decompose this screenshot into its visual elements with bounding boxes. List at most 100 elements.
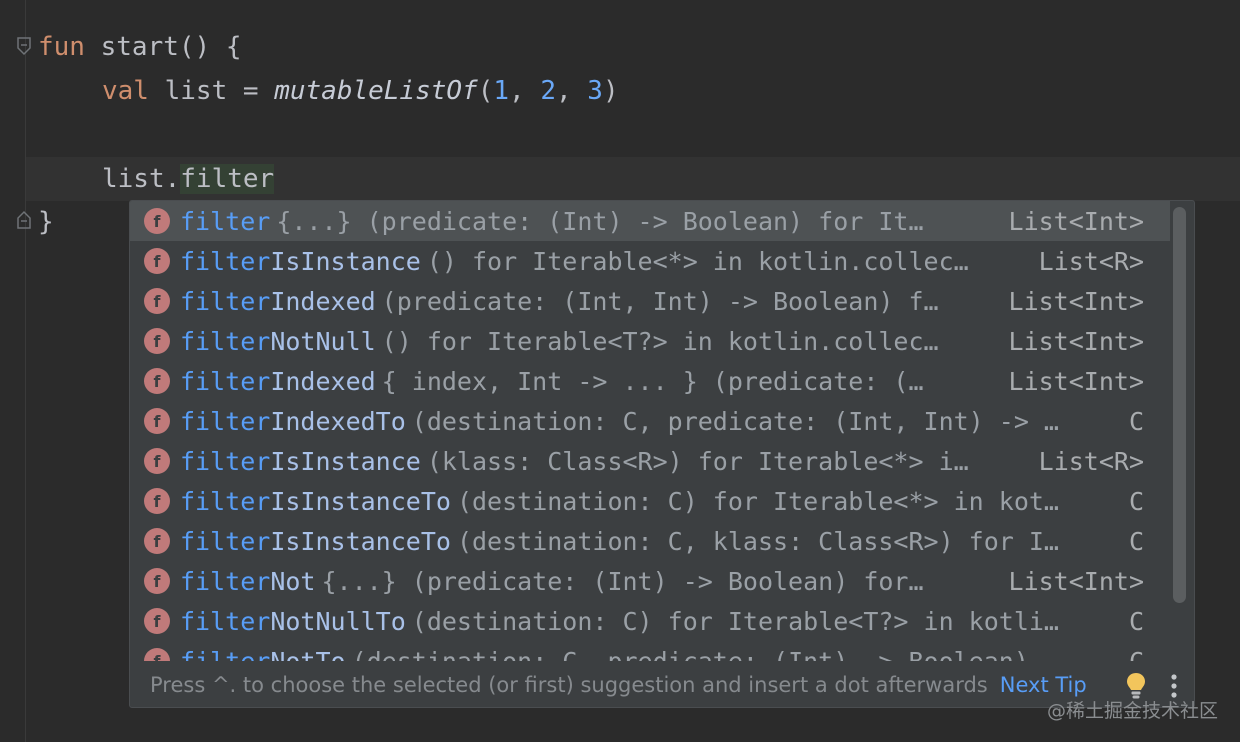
fold-close-icon[interactable] — [16, 210, 32, 230]
function-kind-icon: f — [144, 488, 170, 514]
completion-item[interactable]: f filter Not {...} (predicate: (Int) -> Boo… — [130, 561, 1170, 601]
item-name-rest: NotNullTo — [270, 606, 406, 636]
item-return-type: C — [1128, 526, 1144, 556]
item-signature: (destination: C, predicate: (Int) -> Boo… — [351, 646, 1044, 662]
code-text: list. — [102, 164, 181, 194]
item-name-match: filter — [180, 206, 271, 236]
completion-item[interactable]: f filter Indexed (predicate: (Int, Int) -> … — [130, 281, 1170, 321]
completion-scrollbar[interactable] — [1173, 207, 1186, 603]
code-line-4[interactable]: list.filter — [102, 157, 275, 201]
item-name-match: filter — [180, 366, 271, 396]
typed-text: filter — [180, 164, 275, 194]
completion-item[interactable]: f filter IndexedTo (destination: C, predica… — [130, 401, 1170, 441]
code-text: , — [509, 76, 541, 106]
completion-item[interactable]: f filter IsInstanceTo (destination: C) for … — [130, 481, 1170, 521]
item-signature: (destination: C) for Iterable<*> in kot… — [456, 486, 1059, 516]
item-signature: {...} (predicate: (Int) -> Boolean) for… — [321, 566, 924, 596]
number-literal: 3 — [587, 76, 603, 106]
completion-item[interactable]: f filter IsInstance() for Iterable<*> in k… — [130, 241, 1170, 281]
item-return-type: List<Int> — [1008, 286, 1144, 316]
item-name-match: filter — [180, 526, 271, 556]
completion-item[interactable]: f filter IsInstance (klass: Class<R>) for I… — [130, 441, 1170, 481]
closing-brace: } — [38, 207, 54, 237]
function-kind-icon: f — [144, 648, 170, 661]
completion-item[interactable]: f filter NotNullTo (destination: C) for Ite… — [130, 601, 1170, 641]
function-kind-icon: f — [144, 408, 170, 434]
item-name-rest: IndexedTo — [270, 406, 406, 436]
gutter-divider — [25, 0, 26, 742]
function-kind-icon: f — [144, 288, 170, 314]
item-name-rest: Not — [270, 566, 316, 596]
code-text: ( — [477, 76, 494, 106]
item-name-match: filter — [180, 446, 271, 476]
function-kind-icon: f — [144, 328, 170, 354]
item-return-type: C — [1128, 606, 1144, 636]
item-name-match: filter — [180, 246, 271, 276]
function-kind-icon: f — [144, 208, 170, 234]
keyword-fun: fun — [38, 32, 85, 62]
code-line-2: val list = mutableListOf(1, 2, 3) — [102, 69, 619, 113]
item-name-rest: NotNull — [270, 326, 376, 356]
code-line-5: } — [38, 200, 54, 244]
code-text: ) — [602, 76, 619, 106]
completion-item[interactable]: f filter NotNull() for Iterable<T?> in kot… — [130, 321, 1170, 361]
item-name-match: filter — [180, 286, 271, 316]
item-signature: () for Iterable<T?> in kotlin.collec… — [381, 326, 939, 356]
completion-item[interactable]: f filter {...} (predicate: (Int) -> Boolea… — [130, 201, 1170, 241]
footer-hint: Press ^. to choose the selected (or firs… — [150, 673, 988, 697]
function-kind-icon: f — [144, 528, 170, 554]
item-return-type: C — [1128, 646, 1144, 662]
completion-footer: Press ^. to choose the selected (or firs… — [130, 663, 1194, 707]
completion-item[interactable]: f filter NotTo (destination: C, predicate: … — [130, 641, 1170, 661]
item-name-match: filter — [180, 486, 271, 516]
fold-open-icon[interactable] — [16, 36, 32, 56]
item-signature: {...} (predicate: (Int) -> Boolean) for … — [276, 206, 924, 236]
item-name-rest: IsInstance — [270, 446, 421, 476]
completion-item[interactable]: f filter IsInstanceTo (destination: C, klas… — [130, 521, 1170, 561]
code-line-1: fun start() { — [38, 25, 242, 69]
function-signature: start() { — [84, 32, 242, 62]
completion-popup[interactable]: f filter {...} (predicate: (Int) -> Boolea… — [129, 200, 1195, 708]
item-return-type: List<Int> — [1008, 366, 1144, 396]
item-return-type: List<R> — [1038, 446, 1144, 476]
item-name-rest: IsInstance — [270, 246, 421, 276]
keyword-val: val — [102, 76, 149, 106]
function-kind-icon: f — [144, 248, 170, 274]
item-signature: (destination: C, predicate: (Int, Int) -… — [411, 406, 1059, 436]
item-return-type: List<R> — [1038, 246, 1144, 276]
function-kind-icon: f — [144, 448, 170, 474]
item-return-type: C — [1128, 486, 1144, 516]
item-return-type: List<Int> — [1008, 326, 1144, 356]
item-signature: (predicate: (Int, Int) -> Boolean) f… — [381, 286, 939, 316]
code-text: , — [555, 76, 588, 106]
function-kind-icon: f — [144, 608, 170, 634]
item-name-match: filter — [180, 566, 271, 596]
item-name-rest: NotTo — [270, 646, 346, 662]
item-name-match: filter — [180, 606, 271, 636]
item-return-type: List<Int> — [1008, 566, 1144, 596]
completion-item[interactable]: f filter Indexed{ index, Int -> ... } (pre… — [130, 361, 1170, 401]
item-return-type: List<Int> — [994, 206, 1144, 236]
item-name-match: filter — [180, 646, 271, 662]
item-name-match: filter — [180, 326, 271, 356]
item-signature: { index, Int -> ... } (predicate: (… — [381, 366, 924, 396]
item-signature: (destination: C) for Iterable<T?> in kot… — [411, 606, 1059, 636]
item-name-rest: Indexed — [270, 286, 376, 316]
item-signature: () for Iterable<*> in kotlin.collec… — [426, 246, 969, 276]
item-signature: (klass: Class<R>) for Iterable<*> i… — [426, 446, 969, 476]
function-kind-icon: f — [144, 368, 170, 394]
watermark: @稀土掘金技术社区 — [1046, 700, 1218, 722]
item-return-type: C — [1128, 406, 1144, 436]
function-kind-icon: f — [144, 568, 170, 594]
item-signature: (destination: C, klass: Class<R>) for I… — [456, 526, 1059, 556]
item-name-rest: IsInstanceTo — [270, 526, 451, 556]
item-name-rest: Indexed — [270, 366, 376, 396]
number-literal: 2 — [540, 76, 556, 106]
item-name-match: filter — [180, 406, 271, 436]
next-tip-link[interactable]: Next Tip — [1000, 673, 1087, 697]
completion-list[interactable]: f filter {...} (predicate: (Int) -> Boolea… — [130, 201, 1170, 661]
number-literal: 1 — [493, 76, 510, 106]
item-name-rest: IsInstanceTo — [270, 486, 451, 516]
code-text: list = — [148, 76, 275, 106]
function-call: mutableListOf — [274, 76, 478, 106]
